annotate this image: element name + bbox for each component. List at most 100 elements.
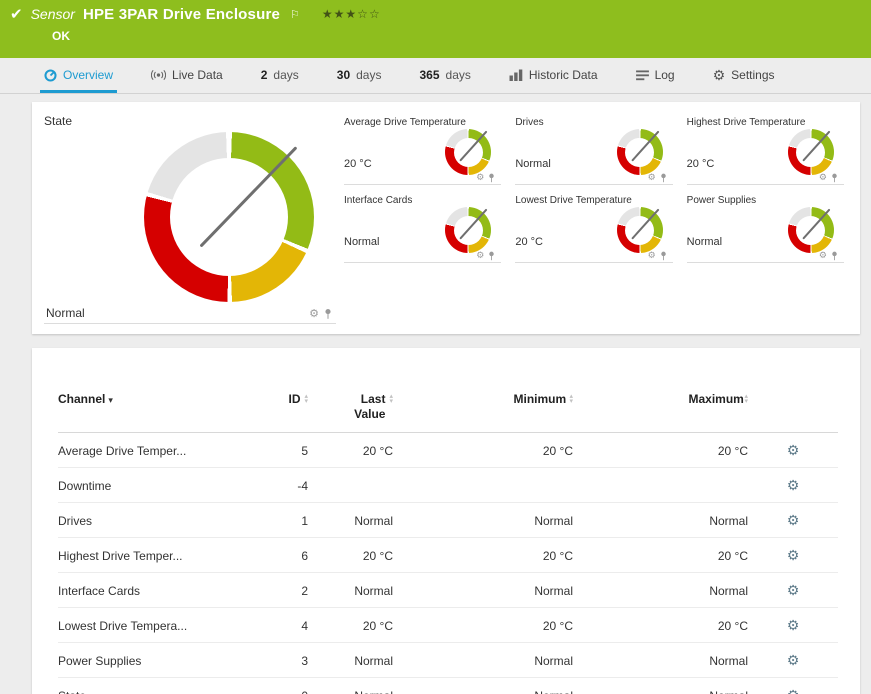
column-header-channel[interactable]: Channel▾: [58, 392, 243, 433]
cell-last-value: 20 °C: [308, 433, 393, 468]
cell-maximum: Normal: [573, 643, 748, 678]
column-header-maximum[interactable]: Maximum ▴▾: [573, 392, 748, 433]
tab-number: 2: [261, 68, 268, 82]
channel-settings-gear-icon[interactable]: ⚙: [787, 512, 800, 528]
cell-channel[interactable]: Average Drive Temper...: [58, 433, 243, 468]
tab-number: 365: [419, 68, 439, 82]
column-label: Channel: [58, 392, 105, 406]
gauge-settings-gear-icon[interactable]: ⚙: [476, 250, 484, 261]
gauge-settings-gear-icon[interactable]: ⚙: [648, 172, 656, 183]
channel-settings-gear-icon[interactable]: ⚙: [787, 442, 800, 458]
pin-icon[interactable]: [324, 308, 332, 320]
mini-gauge-title: Highest Drive Temperature: [687, 117, 844, 128]
cell-minimum: 20 °C: [393, 433, 573, 468]
pin-icon[interactable]: [831, 251, 838, 261]
sort-icon[interactable]: ▴▾: [744, 394, 748, 404]
gauge-settings-gear-icon[interactable]: ⚙: [476, 172, 484, 183]
channel-settings-gear-icon[interactable]: ⚙: [787, 547, 800, 563]
table-row[interactable]: Power Supplies 3 Normal Normal Normal ⚙: [58, 643, 838, 678]
sort-icon[interactable]: ▴▾: [304, 394, 308, 404]
tab-label: Log: [655, 68, 675, 82]
tab-live-data[interactable]: Live Data: [147, 68, 227, 93]
mini-gauge-value: 20 °C: [687, 158, 715, 170]
cell-channel[interactable]: Drives: [58, 503, 243, 538]
tab-settings[interactable]: ⚙ Settings: [709, 68, 779, 93]
tab-historic-data[interactable]: Historic Data: [505, 68, 602, 93]
cell-channel[interactable]: Highest Drive Temper...: [58, 538, 243, 573]
mini-gauge-cell: Interface Cards Normal ⚙: [344, 195, 501, 263]
channel-settings-gear-icon[interactable]: ⚙: [787, 652, 800, 668]
channel-table-body: Average Drive Temper... 5 20 °C 20 °C 20…: [58, 433, 838, 694]
pin-icon[interactable]: [488, 173, 495, 183]
mini-gauge-title: Interface Cards: [344, 195, 501, 206]
table-row[interactable]: Downtime -4 ⚙: [58, 468, 838, 503]
column-header-minimum[interactable]: Minimum ▴▾: [393, 392, 573, 433]
channels-panel: Channel▾ ID ▴▾ Last Value ▴▾ Minimum ▴▾ Max…: [32, 348, 860, 694]
cell-minimum: Normal: [393, 573, 573, 608]
tab-30-days[interactable]: 30 days: [333, 68, 386, 93]
table-row[interactable]: Lowest Drive Tempera... 4 20 °C 20 °C 20…: [58, 608, 838, 643]
gauge-settings-gear-icon[interactable]: ⚙: [819, 172, 827, 183]
gauge-settings-gear-icon[interactable]: ⚙: [309, 307, 319, 320]
table-row[interactable]: Highest Drive Temper... 6 20 °C 20 °C 20…: [58, 538, 838, 573]
pin-icon[interactable]: [488, 251, 495, 261]
tab-label: Overview: [63, 68, 113, 82]
tab-bar: Overview Live Data 2 days 30 days 365 da…: [0, 58, 871, 94]
gauge-settings-gear-icon[interactable]: ⚙: [819, 250, 827, 261]
gauge-settings-gear-icon[interactable]: ⚙: [648, 250, 656, 261]
cell-minimum: 20 °C: [393, 538, 573, 573]
object-kind-label: Sensor: [31, 6, 75, 22]
cell-maximum: [573, 468, 748, 503]
cell-minimum: Normal: [393, 503, 573, 538]
tab-label: days: [273, 68, 298, 82]
tab-365-days[interactable]: 365 days: [415, 68, 474, 93]
mini-gauge: [617, 207, 663, 253]
gauges-panel: State Normal ⚙ Average Drive Temperature: [32, 102, 860, 334]
column-label: ID: [288, 392, 300, 407]
table-row[interactable]: Drives 1 Normal Normal Normal ⚙: [58, 503, 838, 538]
mini-gauge-cell: Highest Drive Temperature 20 °C ⚙: [687, 117, 844, 185]
cell-channel[interactable]: Power Supplies: [58, 643, 243, 678]
pin-icon[interactable]: [831, 173, 838, 183]
cell-channel[interactable]: State: [58, 678, 243, 694]
tab-overview[interactable]: Overview: [40, 68, 117, 93]
content-area: State Normal ⚙ Average Drive Temperature: [0, 94, 871, 694]
table-row[interactable]: Average Drive Temper... 5 20 °C 20 °C 20…: [58, 433, 838, 468]
sort-icon[interactable]: ▴▾: [569, 394, 573, 404]
channel-settings-gear-icon[interactable]: ⚙: [787, 617, 800, 633]
table-row[interactable]: State 0 Normal Normal Normal ⚙: [58, 678, 838, 694]
column-label: Last Value: [333, 392, 385, 422]
column-header-id[interactable]: ID ▴▾: [243, 392, 308, 433]
cell-id: 1: [243, 503, 308, 538]
priority-stars[interactable]: ★★★☆☆: [322, 7, 381, 21]
channel-settings-gear-icon[interactable]: ⚙: [787, 687, 800, 694]
tab-label: Settings: [731, 68, 774, 82]
cell-channel[interactable]: Downtime: [58, 468, 243, 503]
pin-icon[interactable]: [660, 251, 667, 261]
pin-icon[interactable]: [660, 173, 667, 183]
cell-channel[interactable]: Interface Cards: [58, 573, 243, 608]
cell-minimum: [393, 468, 573, 503]
page-title: HPE 3PAR Drive Enclosure: [83, 6, 280, 23]
channel-settings-gear-icon[interactable]: ⚙: [787, 477, 800, 493]
cell-channel[interactable]: Lowest Drive Tempera...: [58, 608, 243, 643]
log-icon: [636, 70, 649, 81]
table-row[interactable]: Interface Cards 2 Normal Normal Normal ⚙: [58, 573, 838, 608]
column-label: Maximum: [688, 392, 740, 407]
state-gauge: [144, 132, 314, 302]
cell-id: 5: [243, 433, 308, 468]
sort-icon[interactable]: ▴▾: [389, 394, 393, 404]
column-label: Minimum: [513, 392, 565, 407]
column-header-last-value[interactable]: Last Value ▴▾: [308, 392, 393, 433]
channel-settings-gear-icon[interactable]: ⚙: [787, 582, 800, 598]
mini-gauge-title: Power Supplies: [687, 195, 844, 206]
flag-icon[interactable]: ⚐: [290, 8, 300, 21]
tab-log[interactable]: Log: [632, 68, 679, 93]
mini-gauge: [788, 129, 834, 175]
cell-last-value: Normal: [308, 503, 393, 538]
mini-gauge-value: 20 °C: [515, 236, 543, 248]
tab-number: 30: [337, 68, 350, 82]
mini-gauge-title: Average Drive Temperature: [344, 117, 501, 128]
settings-gear-icon: ⚙: [713, 70, 726, 80]
tab-2-days[interactable]: 2 days: [257, 68, 303, 93]
